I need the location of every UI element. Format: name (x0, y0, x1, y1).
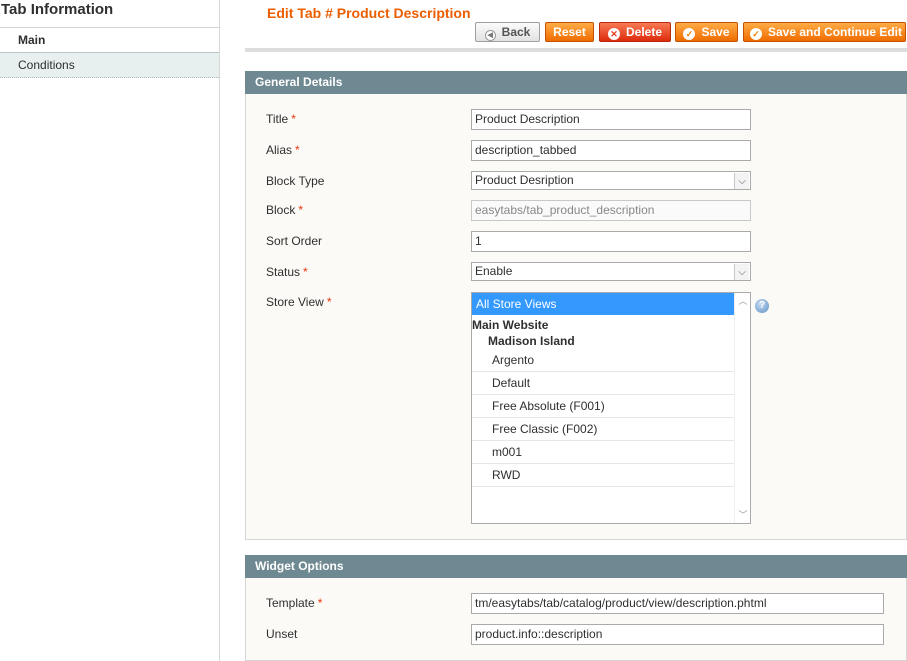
sidebar-title: Tab Information (0, 0, 219, 28)
store-view-option[interactable]: Free Classic (F002) (472, 418, 734, 441)
back-button-label: Back (501, 25, 531, 39)
save-button[interactable]: ✓ Save (675, 22, 738, 42)
block-type-select[interactable]: Product Desription ⌵ (471, 171, 751, 190)
delete-button[interactable]: ✕ Delete (599, 22, 671, 42)
chevron-down-icon: ⌵ (734, 264, 749, 280)
sort-order-label: Sort Order (266, 234, 323, 248)
store-view-option[interactable]: Free Absolute (F001) (472, 395, 734, 418)
status-select[interactable]: Enable ⌵ (471, 262, 751, 281)
help-icon[interactable]: ? (755, 299, 769, 313)
delete-button-label: Delete (625, 25, 663, 39)
template-input[interactable]: tm/easytabs/tab/catalog/product/view/des… (471, 593, 884, 614)
store-view-scrollbar[interactable]: ︿ ﹀ (734, 293, 750, 523)
store-view-group-store: Madison Island (488, 334, 575, 348)
chevron-down-icon: ⌵ (734, 173, 749, 189)
back-button[interactable]: ◀ Back (475, 22, 540, 42)
sidebar-tab-conditions[interactable]: Conditions (0, 53, 219, 78)
block-type-label: Block Type (266, 174, 325, 188)
page-title: Edit Tab # Product Description (267, 5, 471, 21)
sidebar: Tab Information Main Conditions (0, 0, 220, 661)
title-label: Title * (266, 112, 296, 126)
template-label: Template * (266, 596, 323, 610)
status-label: Status * (266, 265, 308, 279)
check-circle-icon: ✓ (683, 28, 696, 40)
status-value: Enable (475, 264, 513, 278)
block-input: easytabs/tab_product_description (471, 200, 751, 221)
store-view-option[interactable]: RWD (472, 464, 734, 487)
alias-input[interactable]: description_tabbed (471, 140, 751, 161)
required-marker: * (326, 295, 332, 309)
widget-options-body (245, 578, 907, 661)
save-continue-button-label: Save and Continue Edit (768, 25, 903, 39)
block-type-value: Product Desription (475, 173, 574, 187)
required-marker: * (295, 143, 300, 157)
save-continue-button[interactable]: ✓ Save and Continue Edit (743, 22, 906, 42)
required-marker: * (298, 203, 304, 217)
reset-button[interactable]: Reset (545, 22, 594, 42)
title-input[interactable]: Product Description (471, 109, 751, 130)
store-view-option[interactable]: Argento (472, 349, 734, 372)
arrow-left-icon: ◀ (484, 30, 496, 41)
block-label: Block * (266, 203, 304, 217)
check-circle-icon: ✓ (750, 28, 762, 40)
unset-label: Unset (266, 627, 298, 641)
store-view-multiselect[interactable]: All Store Views Main Website Madison Isl… (471, 292, 751, 524)
unset-input[interactable]: product.info::description (471, 624, 884, 645)
sort-order-input[interactable]: 1 (471, 231, 751, 252)
required-marker: * (303, 265, 308, 279)
save-button-label: Save (701, 25, 730, 39)
required-marker: * (291, 112, 296, 126)
store-view-option[interactable]: Default (472, 372, 734, 395)
header-divider (245, 48, 907, 52)
widget-options-header: Widget Options (245, 555, 907, 578)
chevron-up-icon[interactable]: ︿ (737, 295, 749, 307)
alias-label: Alias * (266, 143, 300, 157)
general-details-header: General Details (245, 71, 907, 94)
close-circle-icon: ✕ (607, 28, 620, 40)
store-view-option-all[interactable]: All Store Views (472, 293, 734, 315)
store-view-option[interactable]: m001 (472, 441, 734, 464)
required-marker: * (317, 596, 323, 610)
store-view-label: Store View * (266, 295, 332, 309)
store-view-group-website: Main Website (472, 318, 549, 332)
chevron-down-icon[interactable]: ﹀ (737, 509, 749, 521)
reset-button-label: Reset (553, 25, 586, 39)
sidebar-tab-main[interactable]: Main (0, 28, 219, 53)
